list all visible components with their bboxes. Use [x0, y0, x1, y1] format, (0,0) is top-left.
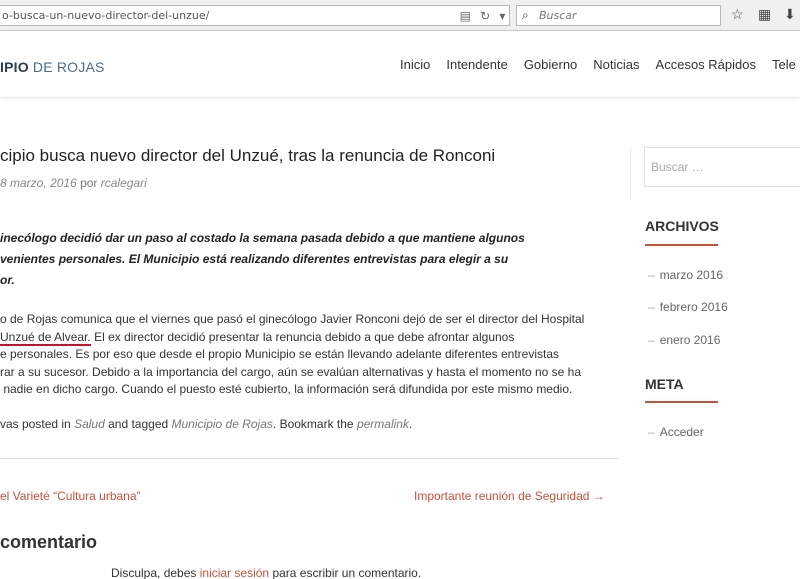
- post-by: por: [80, 176, 98, 190]
- body-line: Unzué de Alvear. El ex director decidió …: [0, 329, 618, 347]
- nav-item-accesos-rapidos[interactable]: Accesos Rápidos: [656, 57, 756, 72]
- post-meta: 8 marzo, 2016 por rcalegari: [0, 176, 147, 190]
- site-logo[interactable]: IPIO DE ROJAS: [0, 59, 105, 75]
- login-meta-link[interactable]: Acceder: [648, 425, 704, 439]
- nav-item-noticias[interactable]: Noticias: [593, 57, 639, 72]
- comments-title: comentario: [0, 532, 98, 552]
- archive-link[interactable]: enero 2016: [648, 333, 721, 347]
- browser-search-input[interactable]: ⌕ Buscar: [516, 5, 721, 26]
- logo-text: DE ROJAS: [32, 59, 105, 75]
- highlighted-hospital-name: Unzué de Alvear.: [0, 329, 91, 346]
- tags-prefix: vas posted in: [0, 417, 71, 431]
- divider: [0, 458, 618, 459]
- archive-link[interactable]: marzo 2016: [648, 268, 723, 282]
- lead-line: venientes personales. El Municipio está …: [0, 252, 509, 266]
- post-lead: inecólogo decidió dar un paso al costado…: [0, 228, 614, 291]
- reader-view-icon[interactable]: ▤: [460, 9, 471, 23]
- next-post-link[interactable]: Importante reunión de Seguridad →: [414, 489, 605, 503]
- body-line: rar a su sucesor. Debido a la importanci…: [0, 364, 581, 379]
- search-icon: ⌕: [522, 8, 529, 22]
- permalink-link[interactable]: permalink: [357, 417, 409, 431]
- body-line: nadie en dicho cargo. Cuando el puesto e…: [0, 382, 573, 396]
- bookmarks-list-icon[interactable]: ▦: [758, 6, 771, 23]
- archives-underline: [645, 244, 718, 246]
- dropdown-arrow-icon[interactable]: ▾: [499, 9, 505, 23]
- login-note-prefix: Disculpa, debes: [111, 566, 197, 579]
- url-bar-icons: ▤ ↻ ▾: [455, 5, 510, 26]
- site-header: IPIO DE ROJAS Inicio Intendente Gobierno…: [0, 31, 800, 97]
- lead-line: inecólogo decidió dar un paso al costado…: [0, 231, 525, 245]
- login-link[interactable]: iniciar sesión: [200, 566, 269, 579]
- lead-line: or.: [0, 273, 15, 287]
- download-icon[interactable]: ⬇: [784, 6, 796, 23]
- previous-post-link[interactable]: el Varieté “Cultura urbana”: [0, 489, 141, 503]
- url-bar[interactable]: o-busca-un-nuevo-director-del-unzue/: [0, 5, 510, 26]
- nav-item-tele[interactable]: Tele: [772, 57, 796, 72]
- bookmark-text: . Bookmark the: [272, 417, 354, 431]
- archive-link[interactable]: febrero 2016: [648, 300, 728, 314]
- sidebar-search-input[interactable]: Buscar …: [644, 147, 800, 187]
- body-line: e personales. Es por eso que desde el pr…: [0, 347, 560, 361]
- post-title: cipio busca nuevo director del Unzué, tr…: [0, 146, 496, 165]
- period: .: [408, 417, 413, 431]
- tag-link[interactable]: Municipio de Rojas: [172, 417, 273, 431]
- logo-bold-text: IPIO: [0, 59, 29, 75]
- nav-item-inicio[interactable]: Inicio: [400, 57, 430, 72]
- post-footer-tags: vas posted in Salud and tagged Municipio…: [0, 417, 412, 431]
- reload-icon[interactable]: ↻: [480, 9, 490, 23]
- body-line: o de Rojas comunica que el viernes que p…: [0, 312, 585, 326]
- post-body: o de Rojas comunica que el viernes que p…: [0, 311, 618, 399]
- meta-title: META: [645, 376, 684, 392]
- meta-underline: [645, 401, 718, 403]
- nav-item-gobierno[interactable]: Gobierno: [524, 57, 577, 72]
- post-author[interactable]: rcalegari: [101, 176, 147, 190]
- post-date[interactable]: 8 marzo, 2016: [0, 176, 77, 190]
- sidebar-separator: [630, 148, 631, 198]
- nav-item-intendente[interactable]: Intendente: [446, 57, 507, 72]
- archives-title: ARCHIVOS: [645, 218, 719, 234]
- body-line-rest: El ex director decidió presentar la renu…: [90, 329, 515, 344]
- category-link[interactable]: Salud: [74, 417, 105, 431]
- bookmark-star-icon[interactable]: ☆: [731, 6, 744, 23]
- login-required-note: Disculpa, debes iniciar sesión para escr…: [111, 566, 421, 579]
- browser-toolbar: o-busca-un-nuevo-director-del-unzue/ ▤ ↻…: [0, 0, 800, 31]
- main-nav: Inicio Intendente Gobierno Noticias Acce…: [400, 57, 800, 72]
- tagged-text: and tagged: [108, 417, 169, 431]
- browser-search-placeholder: Buscar: [539, 9, 577, 22]
- login-note-suffix: para escribir un comentario.: [272, 566, 422, 579]
